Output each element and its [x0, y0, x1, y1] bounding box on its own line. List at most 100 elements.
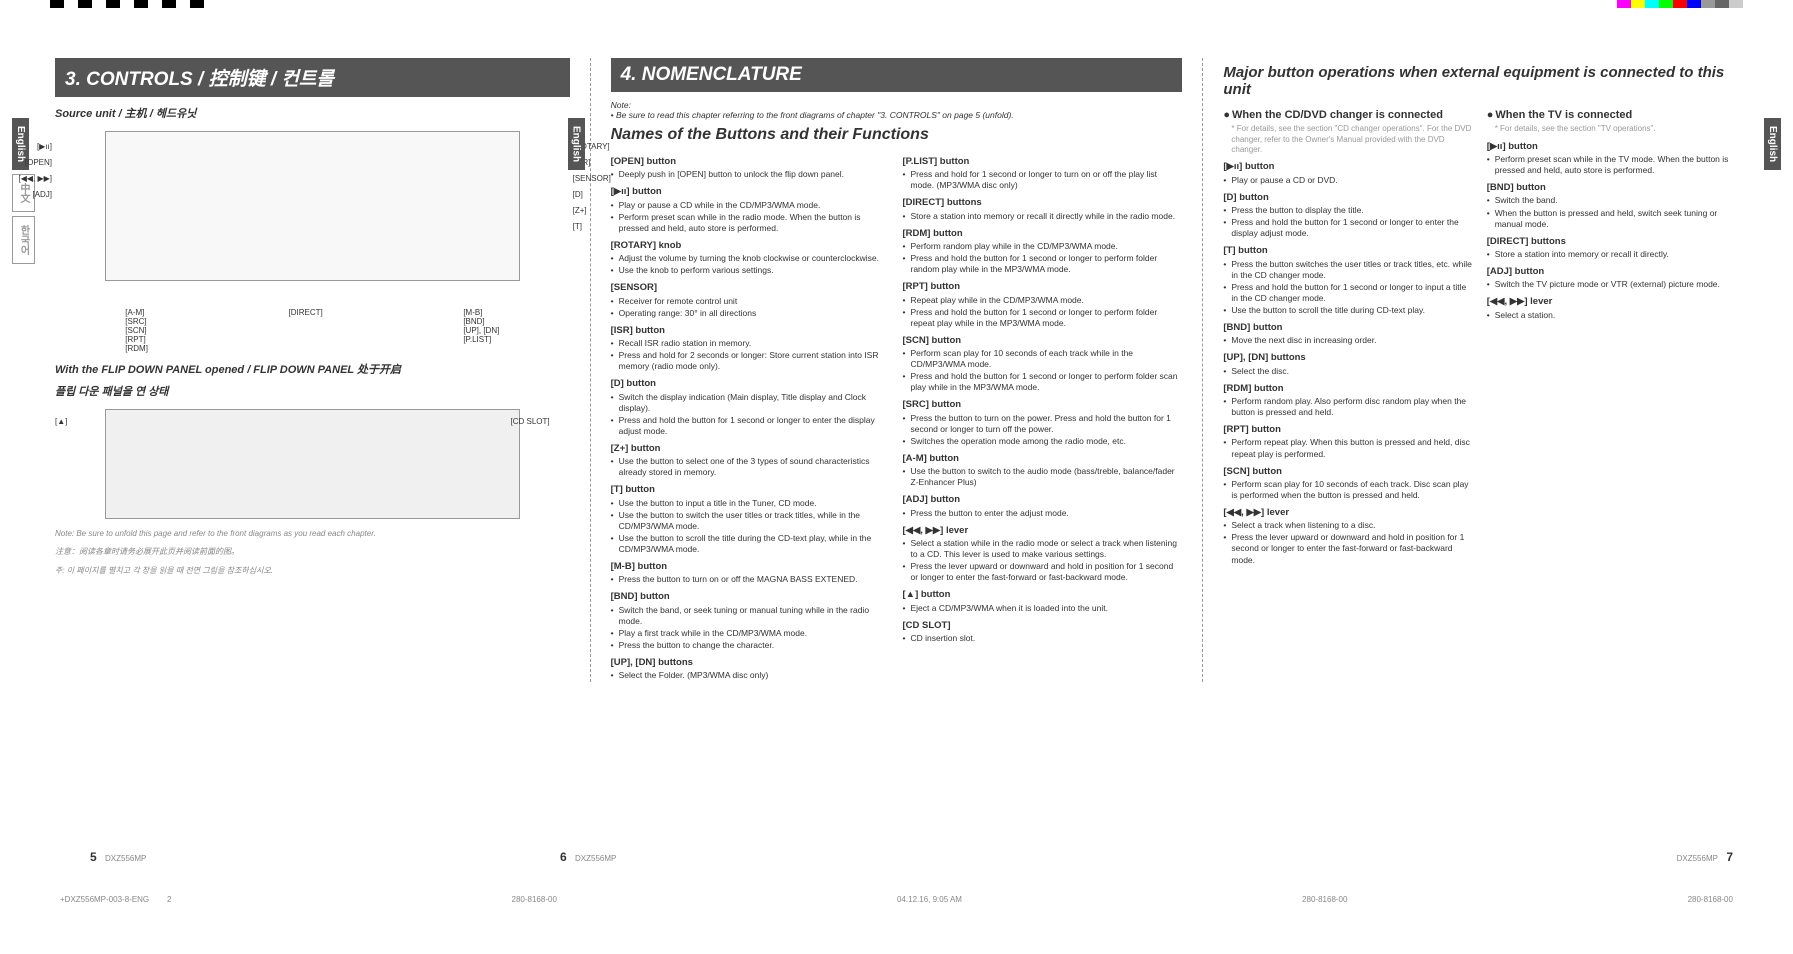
button-heading: [CD SLOT] [903, 620, 1183, 632]
color-registration [1617, 0, 1743, 10]
cd-dvd-items: [▶ıı] buttonPlay or pause a CD or DVD.[D… [1223, 161, 1474, 565]
label-plist: [P.LIST] [463, 335, 491, 344]
button-desc: Press and hold the button for 1 second o… [903, 371, 1183, 393]
doc-id-1: 280-8168-00 [512, 895, 557, 904]
button-heading: [SENSOR] [611, 282, 891, 294]
lang-tab-korean: 한국어 [12, 216, 35, 264]
chapter-3-heading: 3. CONTROLS / 控制键 / 컨트롤 [55, 58, 570, 97]
label-cdslot: [CD SLOT] [510, 417, 549, 426]
button-heading: [M-B] button [611, 561, 891, 573]
page-7-footer: DXZ556MP 7 [1677, 850, 1733, 864]
button-desc: Deeply push in [OPEN] button to unlock t… [611, 169, 891, 180]
button-heading: [◀◀, ▶▶] lever [903, 525, 1183, 537]
button-heading: [T] button [1223, 245, 1474, 257]
button-desc: Perform scan play for 10 seconds of each… [1223, 479, 1474, 501]
button-heading: [BND] button [611, 591, 891, 603]
label-adj: [ADJ] [7, 187, 52, 203]
model-p6: DXZ556MP [575, 854, 616, 863]
button-desc: Use the button to switch to the audio mo… [903, 466, 1183, 488]
button-desc: Use the button to input a title in the T… [611, 498, 891, 509]
button-desc: Press and hold the button for 1 second o… [903, 253, 1183, 275]
button-heading: [▶ıı] button [1487, 141, 1738, 153]
label-open: [OPEN] [7, 155, 52, 171]
button-desc: Perform scan play for 10 seconds of each… [903, 348, 1183, 370]
button-desc: Press and hold for 2 seconds or longer: … [611, 350, 891, 372]
page-5: English 中文 한국어 3. CONTROLS / 控制键 / 컨트롤 S… [40, 58, 585, 682]
button-desc: Switch the band. [1487, 195, 1738, 206]
button-desc: Select the Folder. (MP3/WMA disc only) [611, 670, 891, 681]
button-heading: [Z+] button [611, 443, 891, 455]
button-heading: [SRC] button [903, 399, 1183, 411]
button-desc: Perform preset scan while in the radio m… [611, 212, 891, 234]
button-heading: [A-M] button [903, 453, 1183, 465]
button-desc: Press and hold for 1 second or longer to… [903, 169, 1183, 191]
button-desc: Receiver for remote control unit [611, 296, 891, 307]
page-number-5: 5 [90, 850, 97, 864]
button-desc: Move the next disc in increasing order. [1223, 335, 1474, 346]
button-desc: Press the button to turn on the power. P… [903, 413, 1183, 435]
button-heading: [BND] button [1487, 182, 1738, 194]
button-desc: Play or pause a CD or DVD. [1223, 175, 1474, 186]
cd-dvd-section-head: When the CD/DVD changer is connected [1223, 108, 1474, 122]
button-heading: [ADJ] button [903, 494, 1183, 506]
button-desc: Use the knob to perform various settings… [611, 265, 891, 276]
button-desc: Press and hold the button for 1 second o… [1223, 217, 1474, 239]
button-desc: Press and hold the button for 1 second o… [903, 307, 1183, 329]
page-number-7: 7 [1726, 850, 1733, 864]
flip-panel-label-kr: 플립 다운 패널을 연 상태 [55, 383, 570, 399]
button-desc: Perform repeat play. When this button is… [1223, 437, 1474, 459]
button-desc: Press the lever upward or downward and h… [1223, 532, 1474, 565]
label-updn: [UP], [DN] [463, 326, 499, 335]
unfold-note-en: Note: Be sure to unfold this page and re… [55, 529, 570, 538]
button-desc: Switch the TV picture mode or VTR (exter… [1487, 279, 1738, 290]
button-desc: Use the button to select one of the 3 ty… [611, 456, 891, 478]
button-heading: [▲] button [903, 589, 1183, 601]
button-desc: Repeat play while in the CD/MP3/WMA mode… [903, 295, 1183, 306]
lang-tab-english: English [568, 118, 585, 170]
button-heading: [BND] button [1223, 322, 1474, 334]
button-desc: Store a station into memory or recall it… [903, 211, 1183, 222]
button-desc: Eject a CD/MP3/WMA when it is loaded int… [903, 603, 1183, 614]
button-desc: Press the button to change the character… [611, 640, 891, 651]
button-desc: Play a first track while in the CD/MP3/W… [611, 628, 891, 639]
label-rdm: [RDM] [125, 344, 148, 353]
button-desc: Adjust the volume by turning the knob cl… [611, 253, 891, 264]
button-heading: [DIRECT] buttons [1487, 236, 1738, 248]
button-heading: [◀◀, ▶▶] lever [1223, 507, 1474, 519]
column-cd-dvd: When the CD/DVD changer is connected * F… [1223, 104, 1474, 567]
tv-section-head: When the TV is connected [1487, 108, 1738, 122]
control-diagram-closed [105, 131, 520, 281]
button-desc: Press and hold the button for 1 second o… [611, 415, 891, 437]
button-desc: CD insertion slot. [903, 633, 1183, 644]
button-heading: [RDM] button [903, 228, 1183, 240]
major-button-heading: Major button operations when external eq… [1223, 64, 1738, 98]
model-p5: DXZ556MP [105, 854, 146, 863]
diagram-labels-left: [▶ıı] [OPEN] [◀◀, ▶▶] [ADJ] [7, 139, 52, 203]
button-heading: [ISR] button [611, 325, 891, 337]
button-heading: [OPEN] button [611, 156, 891, 168]
diagram-labels-bottom: [A-M][SRC][SCN][RPT][RDM] [DIRECT] [M-B]… [55, 308, 570, 353]
button-desc: Select a track when listening to a disc. [1223, 520, 1474, 531]
button-heading: [RPT] button [1223, 424, 1474, 436]
label-direct: [DIRECT] [289, 308, 323, 317]
button-desc: Press the lever upward or downward and h… [903, 561, 1183, 583]
page-5-footer: 5 DXZ556MP [90, 850, 146, 864]
button-desc: Switch the band, or seek tuning or manua… [611, 605, 891, 627]
note-body: • Be sure to read this chapter referring… [611, 110, 1183, 120]
button-heading: [T] button [611, 484, 891, 496]
label-play-pause: [▶ıı] [7, 139, 52, 155]
footer-page: 2 [167, 895, 171, 904]
button-desc: Use the button to scroll the title durin… [1223, 305, 1474, 316]
model-p7: DXZ556MP [1677, 854, 1718, 863]
button-heading: [▶ıı] button [1223, 161, 1474, 173]
button-desc: Store a station into memory or recall it… [1487, 249, 1738, 260]
button-desc: Perform random play while in the CD/MP3/… [903, 241, 1183, 252]
external-equipment-cols: When the CD/DVD changer is connected * F… [1223, 104, 1738, 567]
button-desc: Select the disc. [1223, 366, 1474, 377]
button-heading: [UP], [DN] buttons [1223, 352, 1474, 364]
label-rpt: [RPT] [125, 335, 145, 344]
label-bnd: [BND] [463, 317, 484, 326]
button-desc: Press the button to display the title. [1223, 205, 1474, 216]
button-desc: Operating range: 30° in all directions [611, 308, 891, 319]
button-heading: [D] button [611, 378, 891, 390]
